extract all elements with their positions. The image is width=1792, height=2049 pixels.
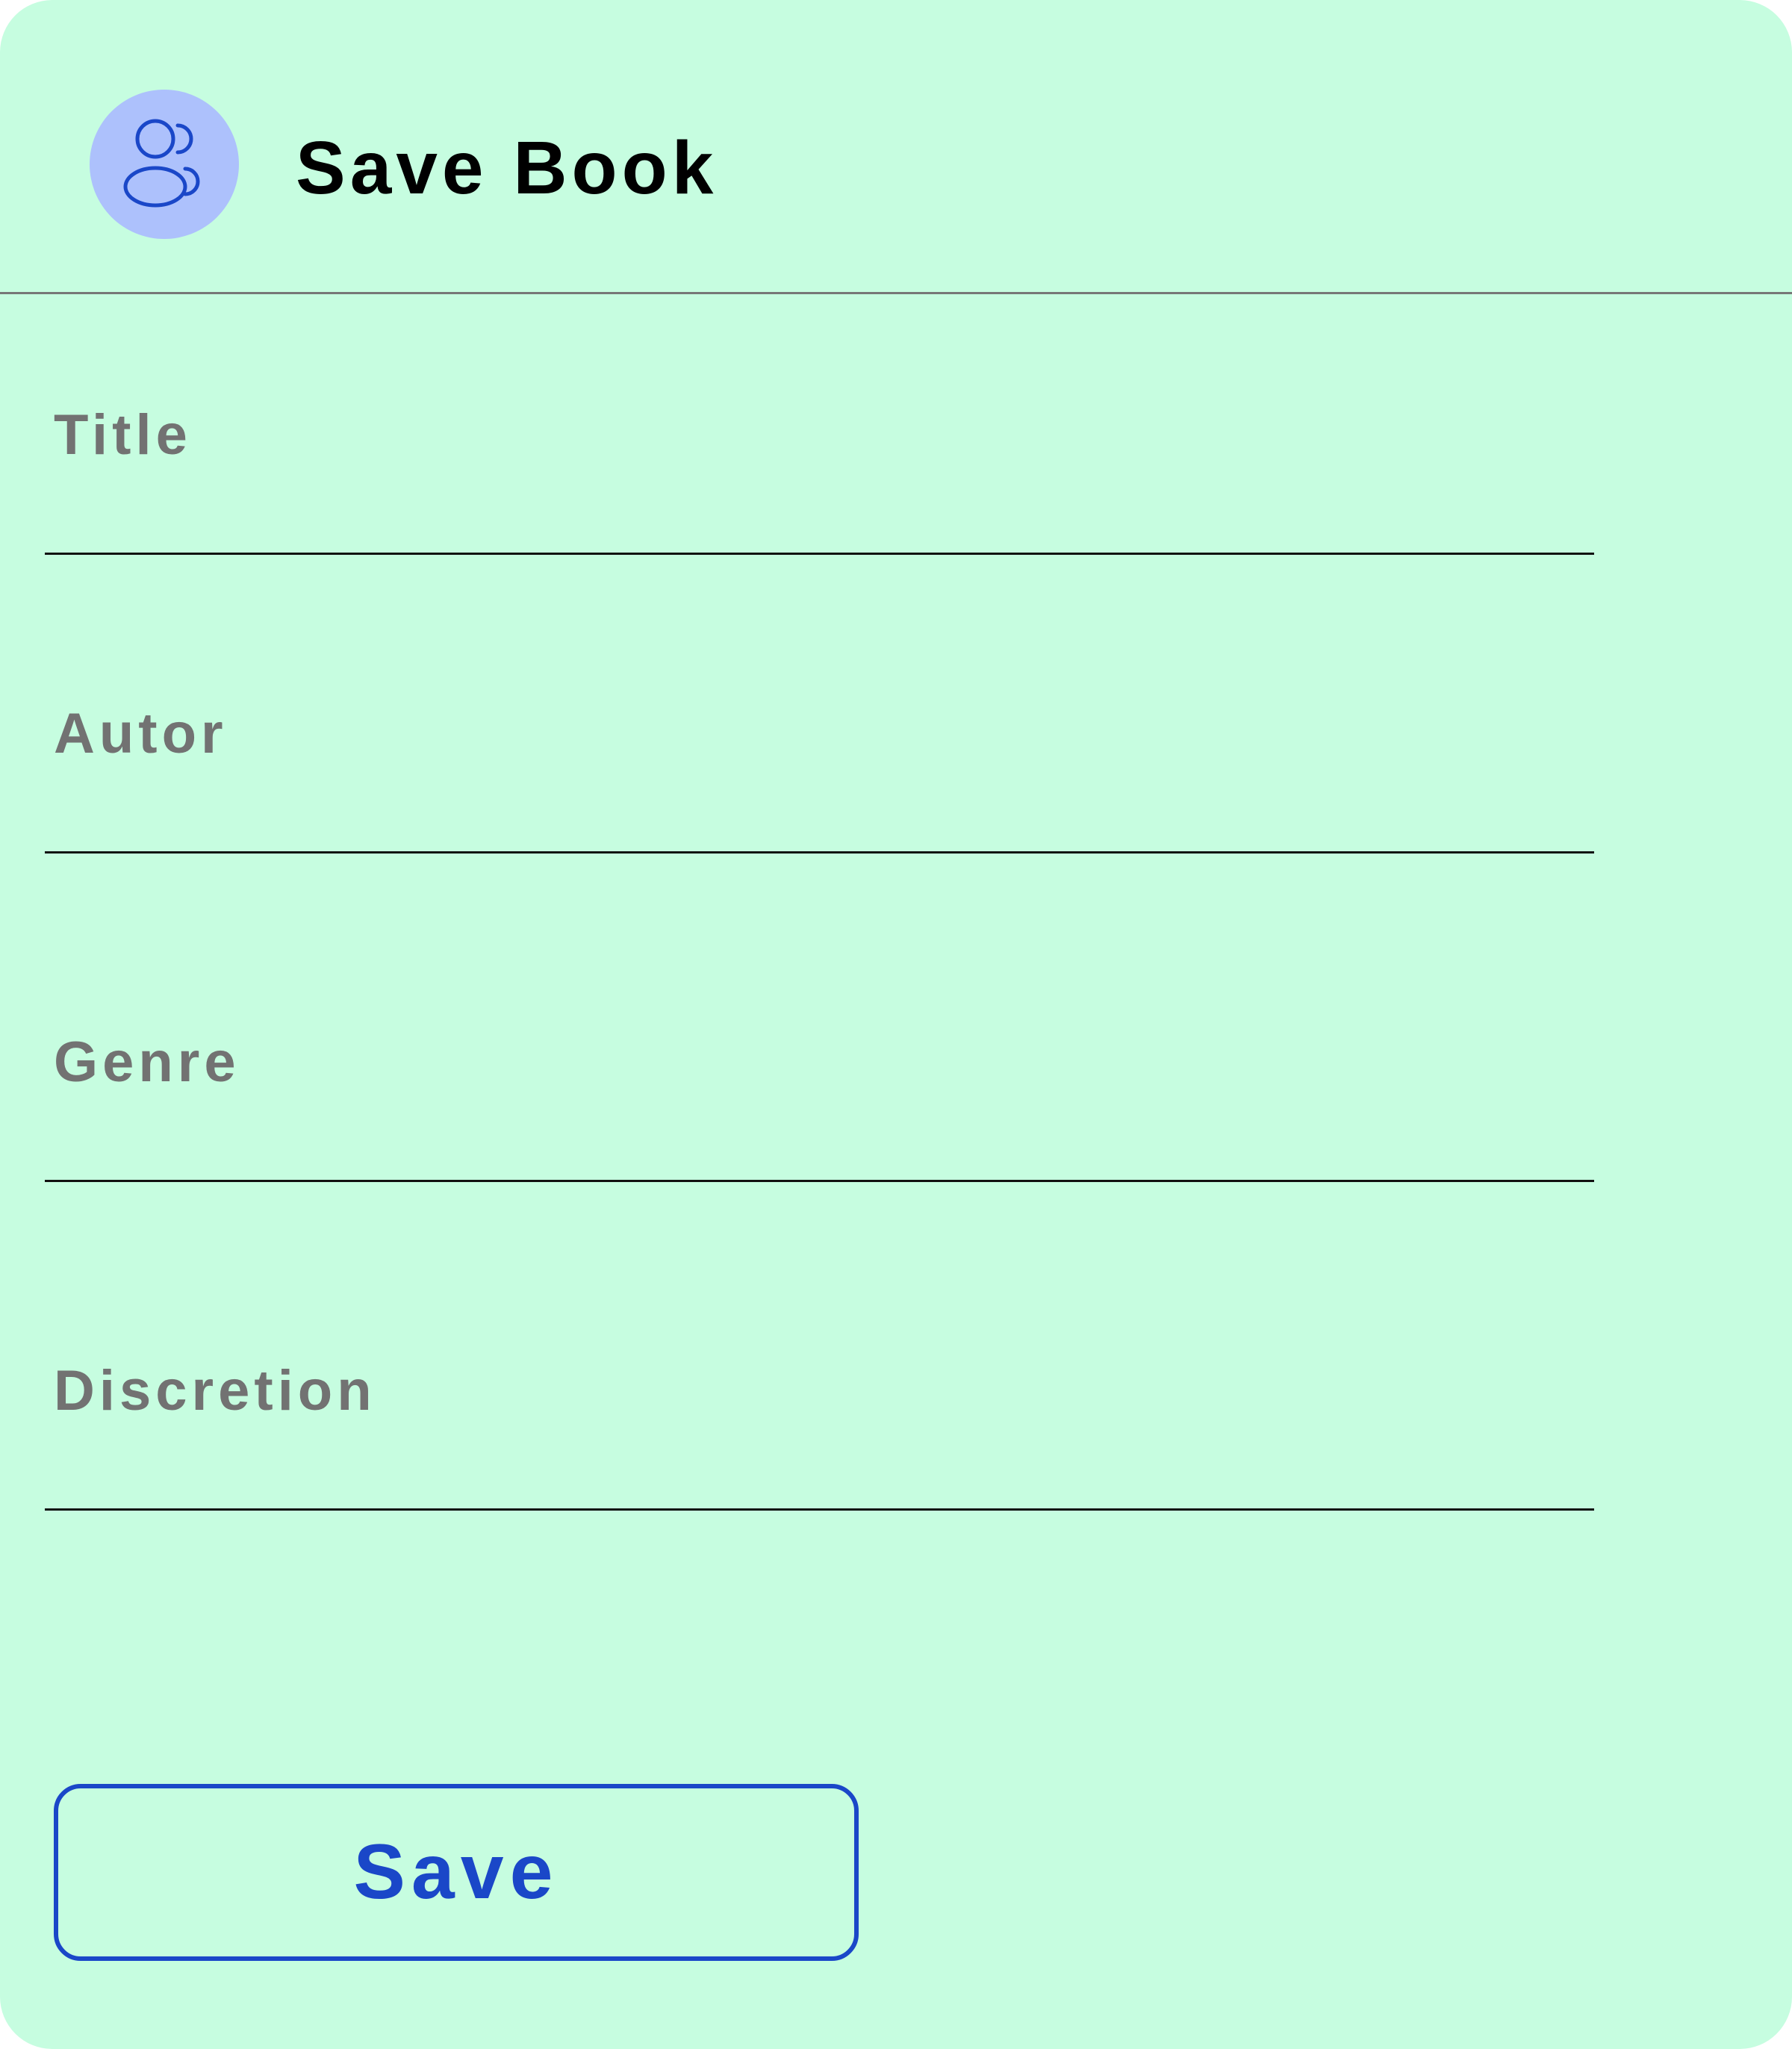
discretion-input[interactable] [45, 1442, 1594, 1511]
save-button[interactable]: Save [54, 1784, 859, 1961]
autor-input[interactable] [45, 785, 1594, 854]
genre-label: Genre [54, 1030, 240, 1094]
dialog-title: Save Book [296, 126, 718, 210]
title-input[interactable] [45, 486, 1594, 555]
dialog-header: Save Book [0, 0, 1792, 294]
users-icon [123, 119, 200, 208]
title-label: Title [54, 403, 192, 467]
save-book-dialog: Save Book Title Autor Genre Discretion S… [0, 0, 1792, 2049]
genre-input[interactable] [45, 1113, 1594, 1182]
avatar [90, 90, 239, 239]
autor-label: Autor [54, 702, 228, 765]
discretion-label: Discretion [54, 1359, 376, 1423]
